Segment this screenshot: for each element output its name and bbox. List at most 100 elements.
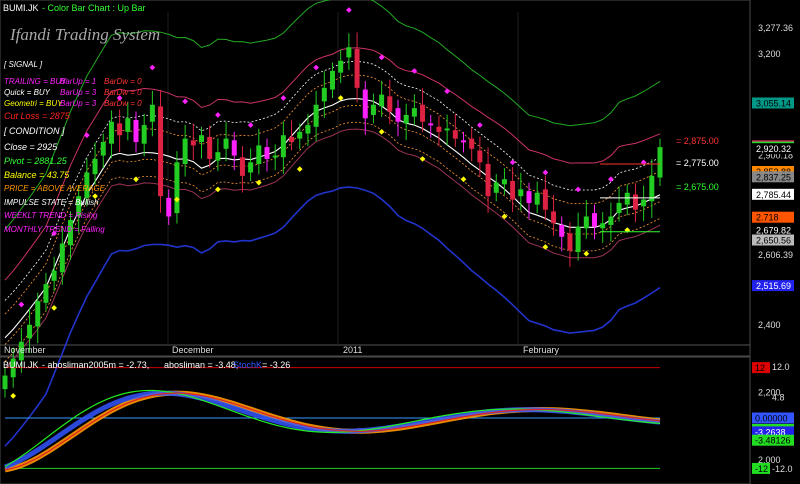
candle-body — [305, 125, 311, 134]
time-label-december: December — [172, 345, 214, 355]
candle-body — [551, 211, 557, 224]
indicator-legend-4: = -3.26 — [262, 360, 290, 370]
candle-body — [125, 118, 131, 132]
level-label-2675: = 2,675.00 — [676, 182, 719, 192]
weekly-trend: WEEKLT TREND = Rising — [4, 211, 98, 220]
candle-body — [215, 152, 221, 161]
candle-body — [420, 104, 426, 122]
candle-body — [632, 194, 638, 210]
candle-body — [436, 126, 442, 132]
candle-body — [297, 131, 303, 139]
candle-body — [411, 108, 417, 117]
candle-body — [395, 108, 401, 122]
price-tick-label: 2,400 — [758, 320, 781, 330]
price-tags: 3,055.142,928.742.9252,920.322,852.882,8… — [752, 97, 794, 292]
candle-body — [100, 142, 106, 156]
candle-body — [534, 192, 540, 205]
candle-body — [370, 104, 376, 115]
watermark: Ifandi Trading System — [9, 25, 160, 44]
candle-body — [592, 213, 597, 227]
candle-body — [510, 180, 516, 200]
candle-body — [338, 60, 344, 73]
indicator-tag-label: -3.48126 — [755, 436, 791, 446]
signal-trailing-barup: BarUp = 1 — [60, 77, 96, 86]
indicator-legend-2: abosliman = -3.48, — [164, 360, 238, 370]
price-condition: PRICE = ABOVE AVERAGE — [4, 184, 106, 193]
pivot-value: Pivot = 2881.25 — [4, 156, 68, 166]
candle-body — [59, 243, 65, 273]
signal-heading: [ SIGNAL ] — [3, 60, 43, 69]
signal-quick-bardw: BarDw = 0 — [104, 88, 142, 97]
candle-body — [575, 226, 581, 253]
signal-trailing-bardw: BarDw = 0 — [104, 77, 142, 86]
candle-body — [354, 48, 360, 88]
chart-window: 12.04.8-4.8-12.0 3,277.363,2002,900.182,… — [0, 0, 800, 484]
candle-body — [485, 164, 491, 197]
candle-body — [501, 179, 507, 185]
candle-body — [182, 138, 188, 165]
candle-body — [158, 106, 164, 197]
candle-body — [600, 223, 606, 229]
price-tag-label: 2,650.56 — [756, 236, 791, 246]
candle-body — [469, 138, 475, 149]
candle-body — [616, 202, 622, 214]
candle-body — [43, 284, 49, 303]
candle-body — [379, 94, 385, 107]
candle-body — [272, 155, 278, 158]
candle-body — [280, 135, 286, 158]
condition-heading: [ CONDITION ] — [3, 126, 65, 136]
price-tick-label: 2,200 — [758, 388, 781, 398]
candle-body — [313, 104, 319, 127]
candle-body — [2, 375, 8, 390]
candle-body — [641, 199, 647, 207]
signal-quick-barup: BarUp = 3 — [60, 88, 97, 97]
candle-body — [27, 324, 33, 339]
price-tick-label: 2,606.39 — [758, 250, 793, 260]
time-label-february: February — [523, 345, 560, 355]
indicator-tag-label: 12 — [755, 363, 765, 373]
candle-body — [387, 96, 393, 112]
candle-body — [149, 104, 155, 122]
impulse-state: IMPULSE STATE = Bullish — [4, 198, 99, 207]
signal-geometri-barup: BarUp = 3 — [60, 99, 97, 108]
candle-body — [444, 128, 450, 131]
price-tag-label: 2,515.69 — [756, 281, 791, 291]
balance-value: Balance = 43.75 — [4, 170, 70, 180]
candle-body — [526, 191, 532, 203]
candle-body — [493, 182, 499, 193]
candle-body — [330, 70, 335, 90]
time-label-november: November — [4, 345, 46, 355]
candle-body — [624, 192, 630, 205]
candle-body — [51, 270, 57, 281]
level-label-2875: = 2,875.00 — [676, 136, 719, 146]
price-tag-label: 2,785.44 — [756, 190, 791, 200]
symbol-label: BUMI.JK — [3, 3, 39, 13]
candle-body — [542, 189, 548, 210]
candle-body — [199, 135, 204, 143]
chart-canvas[interactable]: 12.04.8-4.8-12.0 3,277.363,2002,900.182,… — [0, 0, 800, 484]
candle-body — [117, 123, 123, 136]
candle-body — [362, 89, 368, 119]
cut-loss: Cut Loss = 2875 — [4, 111, 71, 121]
candle-body — [223, 138, 229, 149]
candle-body — [207, 136, 213, 159]
candle-body — [190, 140, 196, 146]
candle-body — [239, 157, 245, 176]
candle-body — [108, 121, 114, 144]
candle-body — [559, 224, 565, 237]
price-tick-label: 3,277.36 — [758, 23, 793, 33]
indicator-tag-label: 0.00000 — [755, 414, 788, 424]
candle-body — [608, 216, 614, 225]
candle-body — [461, 140, 466, 143]
candle-body — [231, 140, 237, 156]
candle-body — [174, 162, 180, 214]
candle-body — [289, 136, 295, 143]
price-tick-label: 3,200 — [758, 49, 781, 59]
indicator-symbol: BUMI.JK — [3, 360, 39, 370]
candle-body — [518, 189, 524, 197]
indicator-legend-stochk: StochK — [233, 360, 262, 370]
level-label-2775: = 2,775.00 — [676, 158, 719, 168]
candle-body — [264, 147, 270, 159]
candle-body — [35, 301, 41, 327]
price-tag-label: 2,837.25 — [756, 172, 791, 182]
